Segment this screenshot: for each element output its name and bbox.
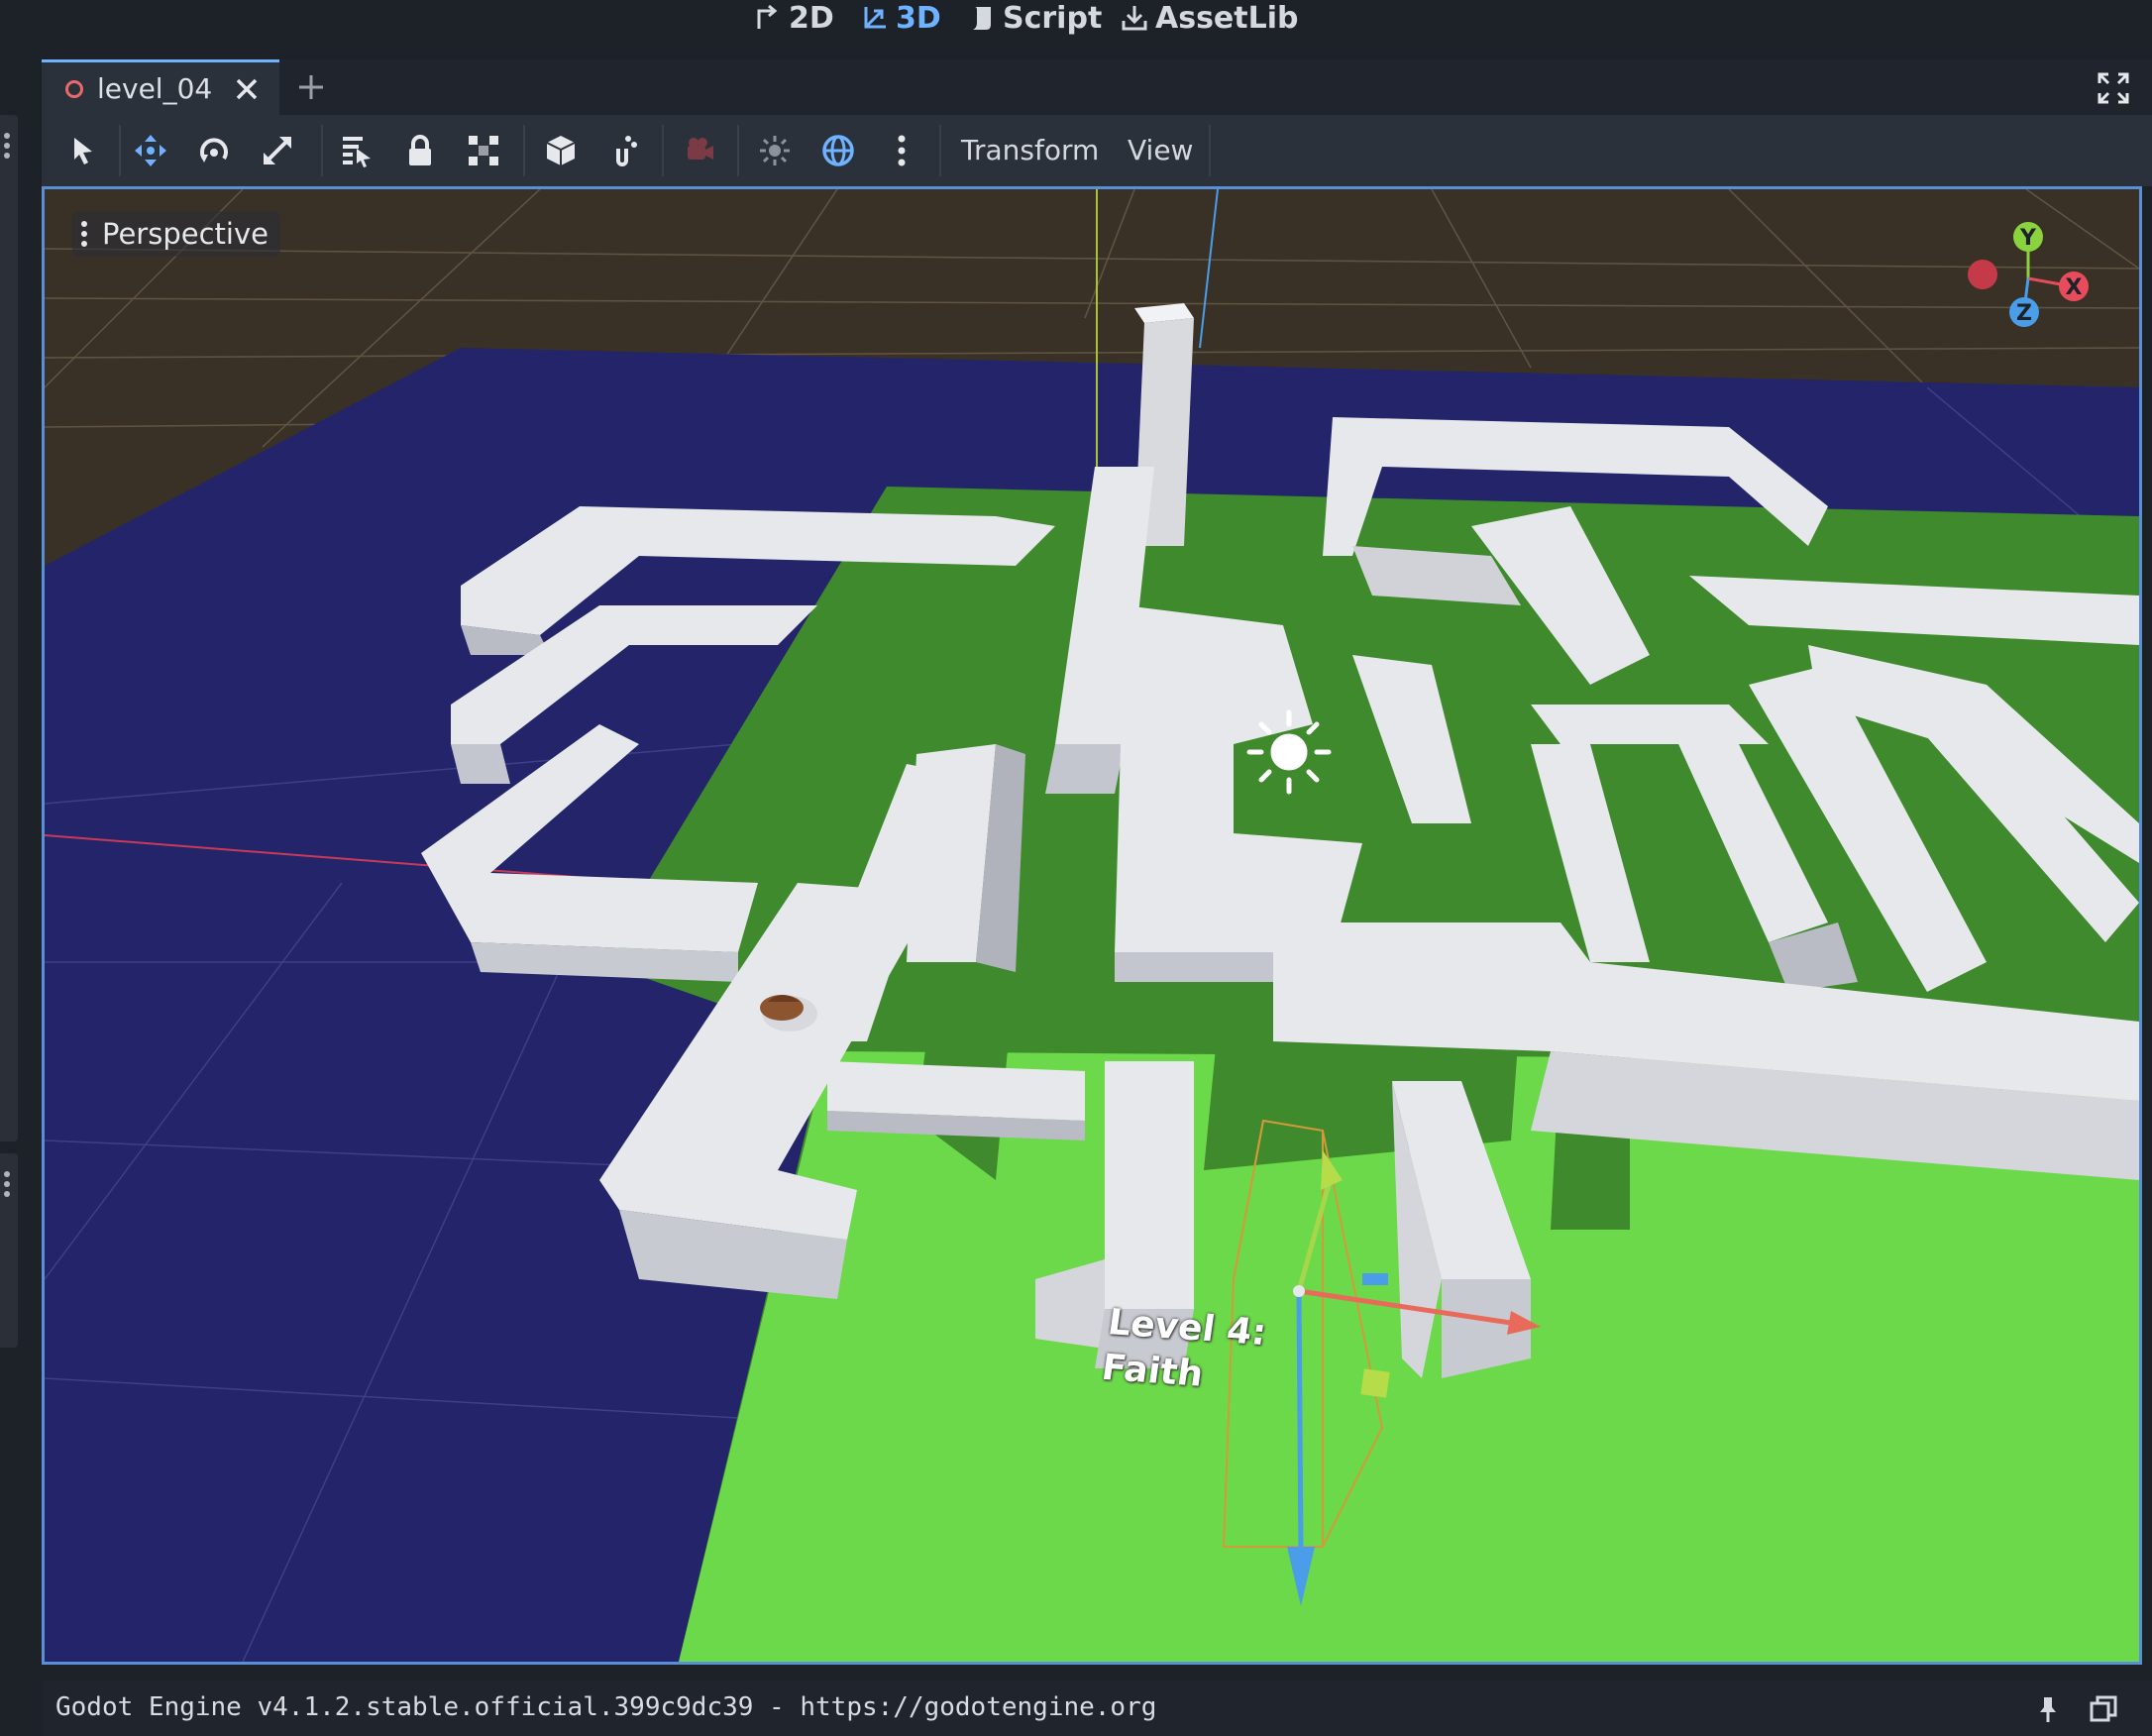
workspace-script-button[interactable]: Script <box>967 0 1102 36</box>
svg-text:X: X <box>2066 275 2083 300</box>
toolbar-separator <box>119 125 121 176</box>
workspace-3d-button[interactable]: 3D <box>860 0 941 36</box>
select-tool-icon[interactable] <box>65 133 101 168</box>
use-local-space-icon[interactable] <box>543 133 579 168</box>
workspace-2d-label: 2D <box>789 0 834 36</box>
view-mode-label: Perspective <box>102 217 269 251</box>
3d-icon <box>864 7 886 29</box>
gizmo-x-axis[interactable]: X <box>2059 271 2089 301</box>
script-icon <box>973 7 991 30</box>
scene-unsaved-circle-icon <box>65 79 83 98</box>
workspace-assetlib-button[interactable]: AssetLib <box>1120 0 1299 36</box>
transform-menu[interactable]: Transform <box>961 131 1099 170</box>
move-tool-icon[interactable] <box>133 133 168 168</box>
more-options-icon[interactable] <box>884 133 919 168</box>
gizmo-y-axis[interactable]: Y <box>2013 222 2043 252</box>
toolbar-separator <box>737 125 739 176</box>
viewport-toolbar: Transform View <box>42 115 2152 186</box>
svg-text:Y: Y <box>2019 226 2037 251</box>
workspace-2d-button[interactable]: 2D <box>753 0 834 36</box>
toolbar-separator <box>321 125 323 176</box>
download-icon <box>1122 6 1147 31</box>
list-select-icon[interactable] <box>339 133 375 168</box>
toolbar-separator <box>662 125 664 176</box>
svg-text:Z: Z <box>2016 301 2032 326</box>
toolbar-separator <box>939 125 941 176</box>
close-icon[interactable] <box>234 76 260 102</box>
lock-icon[interactable] <box>402 133 438 168</box>
more-options-icon <box>81 221 87 247</box>
expand-icon[interactable] <box>2097 71 2130 105</box>
engine-version-label: Godot Engine v4.1.2.stable.official.399c… <box>55 1692 1157 1722</box>
left-dock-edge <box>0 59 26 1736</box>
output-bar: Godot Engine v4.1.2.stable.official.399c… <box>42 1681 2152 1736</box>
plus-icon[interactable] <box>295 71 327 103</box>
left-dock-panel-bottom <box>0 1153 18 1348</box>
view-orientation-gizmo[interactable]: Y X Z <box>1949 219 2117 348</box>
pin-icon[interactable] <box>2033 1694 2063 1724</box>
toolbar-separator <box>1209 125 1211 176</box>
workspace-assetlib-label: AssetLib <box>1155 0 1299 36</box>
directional-light-gizmo <box>1246 709 1332 795</box>
view-menu-button[interactable]: View <box>1128 131 1193 170</box>
snap-icon[interactable] <box>606 133 642 168</box>
make-floating-icon[interactable] <box>2089 1694 2118 1724</box>
environment-preview-icon[interactable] <box>820 133 856 168</box>
preview-camera-icon[interactable] <box>682 133 717 168</box>
2d-icon <box>757 4 778 29</box>
3d-viewport[interactable]: Perspective Y X Z Level 4: Faith <box>42 186 2142 1665</box>
level-title-label3d: Level 4: Faith <box>1099 1300 1368 1408</box>
rotate-tool-icon[interactable] <box>196 133 232 168</box>
sun-preview-icon[interactable] <box>757 133 793 168</box>
toolbar-separator <box>523 125 525 176</box>
workspace-script-label: Script <box>1003 0 1103 36</box>
left-dock-panel-top <box>0 115 18 1141</box>
main-screen-bar: 2D 3D Script AssetLib <box>0 0 2152 59</box>
workspace-3d-label: 3D <box>896 0 941 36</box>
group-icon[interactable] <box>466 133 501 168</box>
scene-tab-label: level_04 <box>97 72 213 105</box>
dock-grip-icon[interactable] <box>4 133 12 163</box>
scene-render <box>45 189 2139 1662</box>
scene-tab-bar: level_04 <box>42 59 2152 115</box>
perspective-menu-button[interactable]: Perspective <box>72 211 280 257</box>
scene-tab[interactable]: level_04 <box>42 59 279 115</box>
scale-tool-icon[interactable] <box>260 133 295 168</box>
dock-grip-icon[interactable] <box>4 1171 12 1201</box>
gizmo-z-axis[interactable]: Z <box>2009 297 2039 327</box>
